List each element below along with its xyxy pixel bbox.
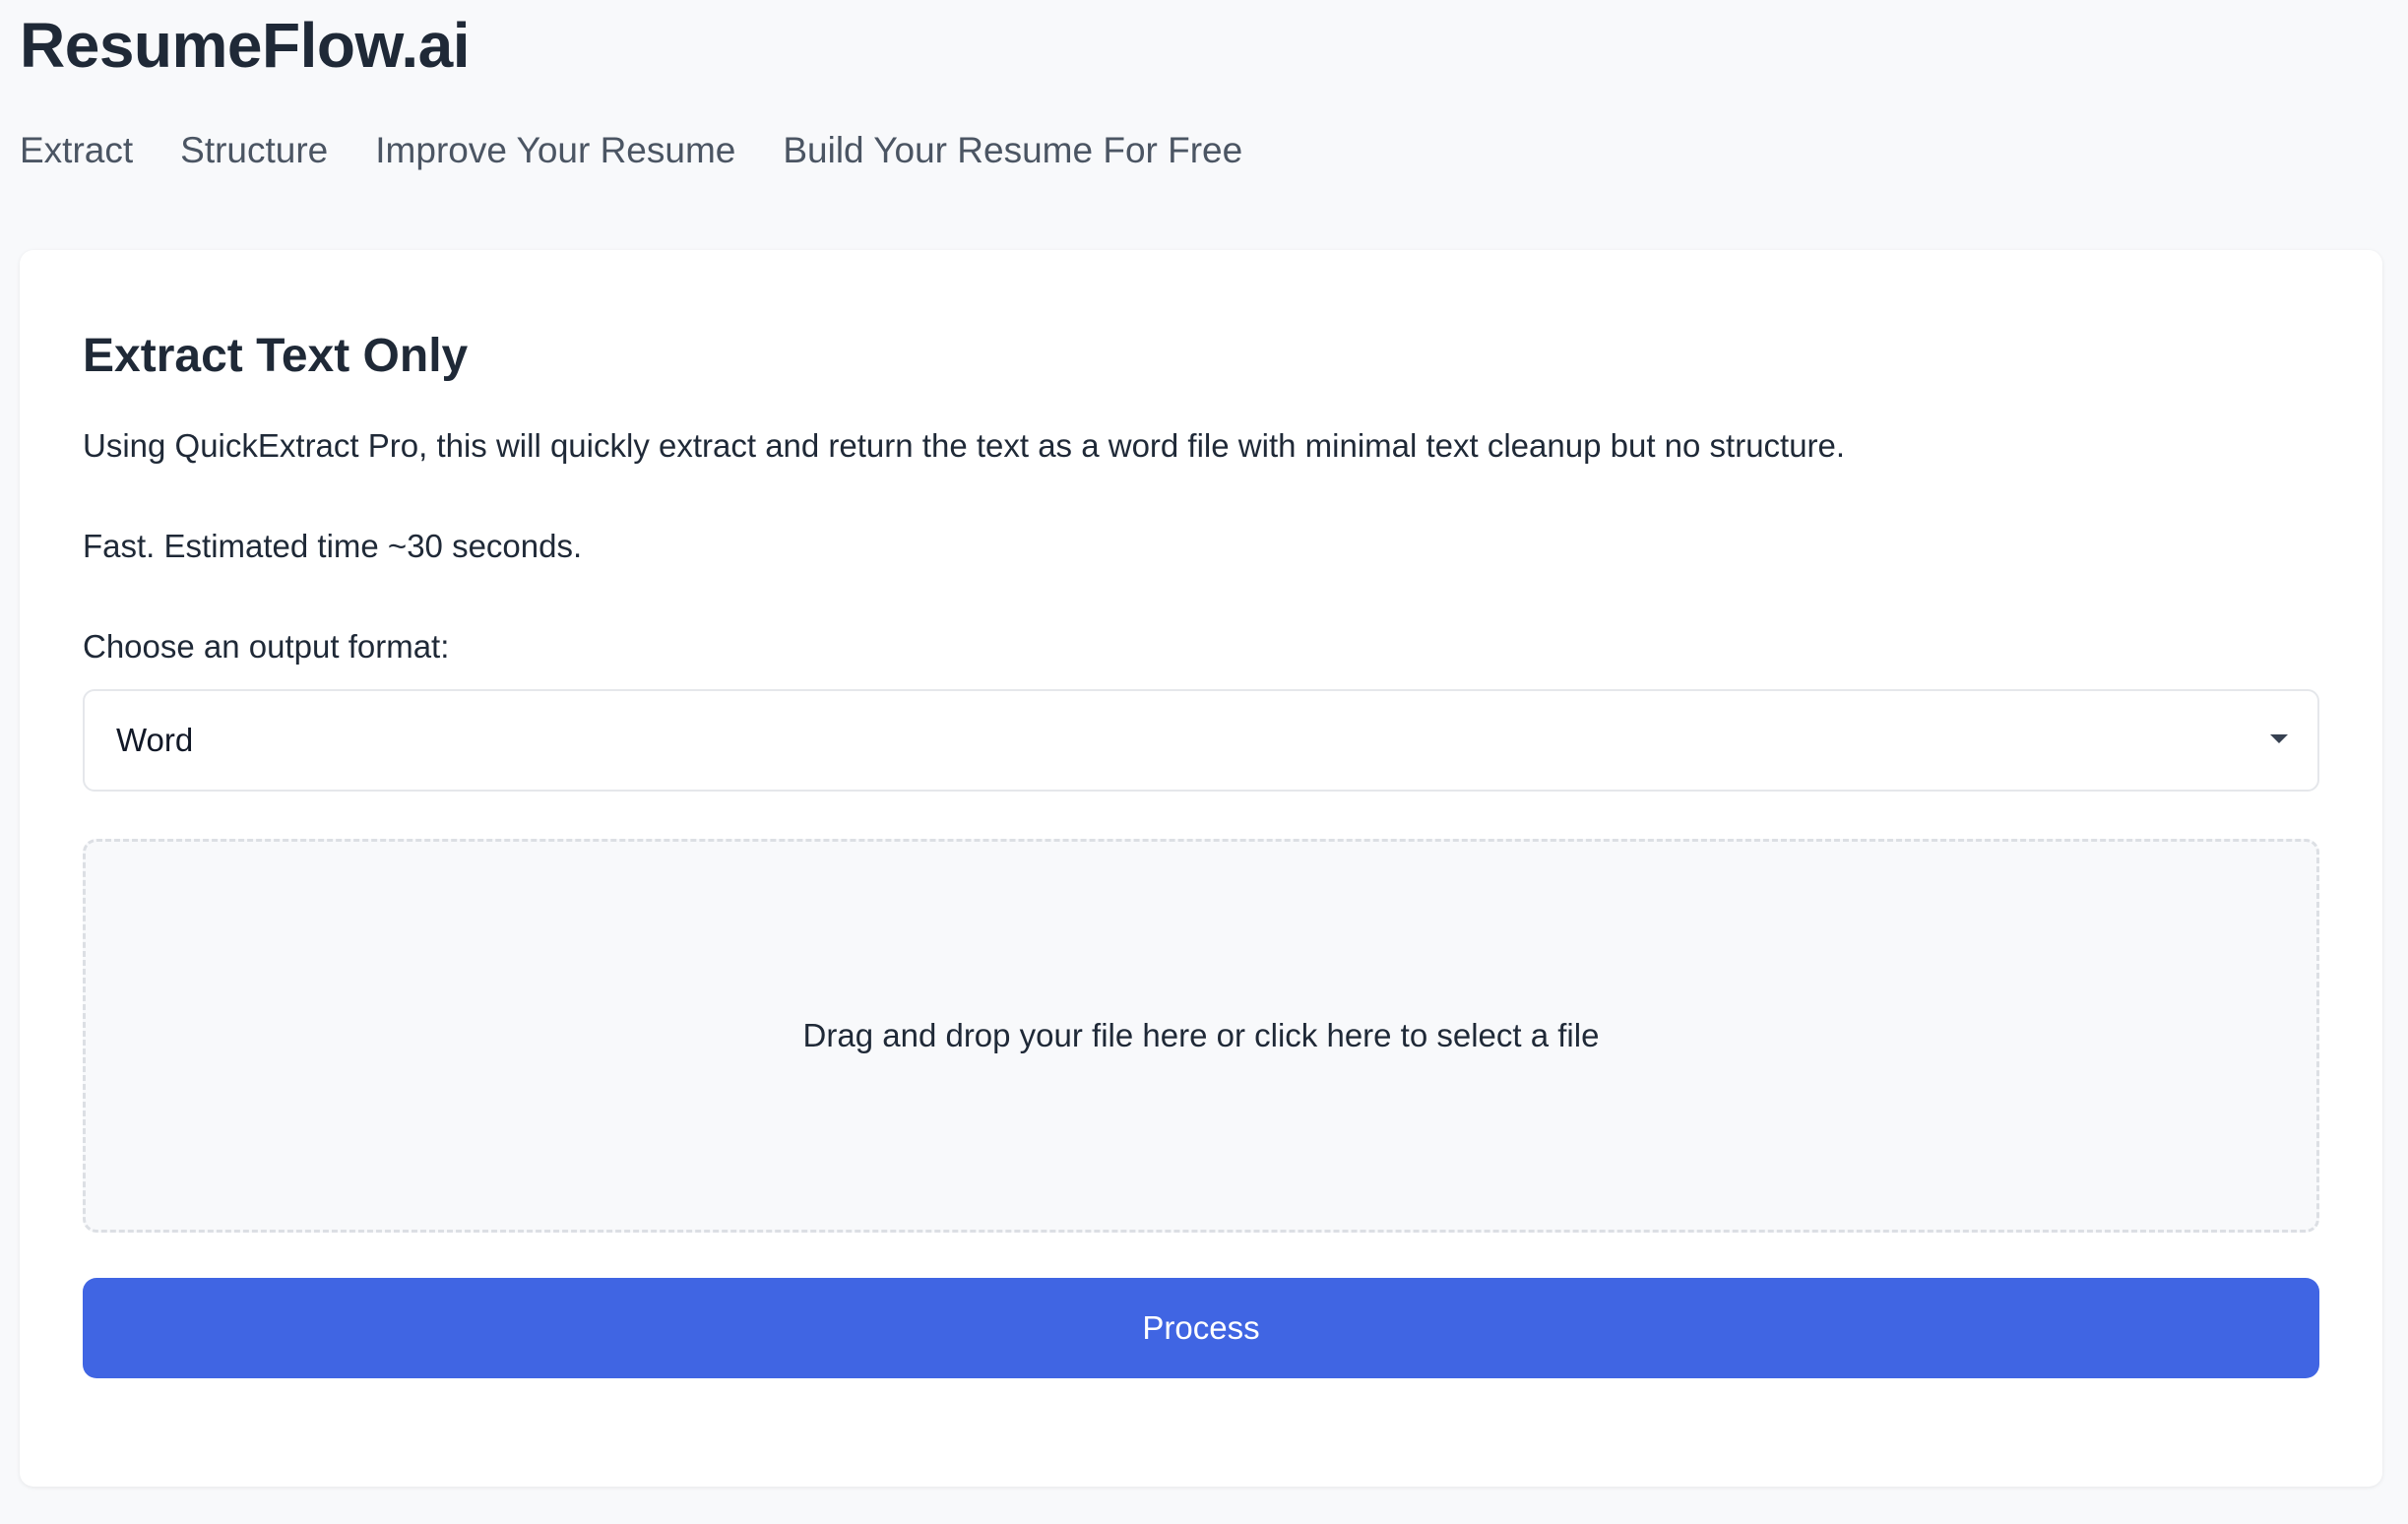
nav-item-extract[interactable]: Extract (20, 126, 133, 175)
app-root: ResumeFlow.ai Extract Structure Improve … (0, 0, 2408, 1524)
process-button[interactable]: Process (83, 1278, 2319, 1378)
card-title: Extract Text Only (83, 330, 469, 382)
main-nav: Extract Structure Improve Your Resume Bu… (20, 126, 1242, 175)
nav-item-improve-resume[interactable]: Improve Your Resume (375, 126, 735, 175)
file-dropzone[interactable]: Drag and drop your file here or click he… (83, 839, 2319, 1233)
caret-down-icon (2270, 734, 2288, 743)
output-format-selected-value: Word (116, 722, 194, 758)
estimated-time-note: Fast. Estimated time ~30 seconds. (83, 528, 583, 564)
dropzone-instructions: Drag and drop your file here or click he… (802, 1017, 1600, 1053)
nav-item-structure[interactable]: Structure (180, 126, 328, 175)
output-format-label: Choose an output format: (83, 628, 450, 665)
output-format-select[interactable]: Word (83, 689, 2319, 792)
extract-card: Extract Text Only Using QuickExtract Pro… (20, 250, 2382, 1487)
brand-logo[interactable]: ResumeFlow.ai (20, 8, 471, 83)
nav-item-build-resume[interactable]: Build Your Resume For Free (783, 126, 1242, 175)
card-description: Using QuickExtract Pro, this will quickl… (83, 427, 1846, 464)
